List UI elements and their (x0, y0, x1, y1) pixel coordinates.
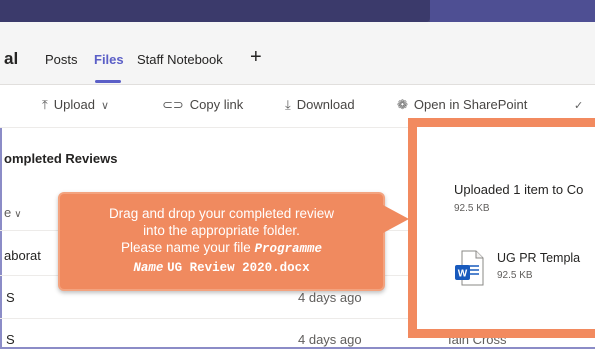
title-bar (0, 0, 595, 22)
callout-pointer (383, 205, 409, 233)
upload-button[interactable]: ⤒ Upload ∨ (42, 97, 109, 113)
link-icon: ⊂⊃ (162, 97, 184, 112)
file-row-1-name[interactable]: aborat (4, 248, 41, 263)
upload-status-panel (408, 118, 595, 338)
upload-status-title: Uploaded 1 item to Co (454, 182, 584, 197)
row-divider (0, 318, 410, 319)
channel-name: al (4, 49, 19, 68)
open-in-sharepoint-label: Open in SharePoint (413, 97, 528, 112)
channel-header (0, 22, 595, 85)
callout-line-1: Drag and drop your completed review (108, 206, 335, 221)
callout-line-2: into the appropriate folder. (143, 223, 300, 238)
chevron-down-icon: ∨ (14, 209, 22, 220)
chevron-down-icon: ∨ (100, 100, 110, 112)
callout-line-3: Please name your file Programme (120, 240, 323, 256)
upload-label: Upload (53, 97, 95, 112)
word-document-icon: W (455, 250, 484, 286)
copy-link-button[interactable]: ⊂⊃ Copy link (162, 97, 243, 113)
tab-staff-notebook[interactable]: Staff Notebook (137, 52, 223, 67)
add-tab-button[interactable]: + (250, 46, 262, 69)
more-options-button[interactable]: ✓ (568, 97, 583, 112)
column-header-name[interactable]: e ∨ (4, 205, 22, 220)
callout-line-4: Name UG Review 2020.docx (133, 261, 310, 275)
svg-text:W: W (458, 269, 468, 280)
uploaded-file-size: 92.5 KB (497, 270, 533, 281)
title-bar-left (0, 0, 430, 22)
file-row-3-name[interactable]: S (6, 332, 15, 347)
file-row-2-modified: 4 days ago (298, 290, 362, 305)
active-tab-indicator (95, 80, 121, 83)
folder-title: ompleted Reviews (4, 151, 118, 166)
file-row-2-name[interactable]: S (6, 290, 15, 305)
download-arrow-icon: ⤓ (285, 97, 291, 112)
file-row-3-modified: 4 days ago (298, 332, 362, 347)
sharepoint-icon: ❁ (397, 97, 408, 112)
download-button[interactable]: ⤓ Download (285, 97, 355, 113)
upload-arrow-icon: ⤒ (42, 97, 48, 112)
open-in-sharepoint-button[interactable]: ❁ Open in SharePoint (397, 97, 527, 113)
checkmark-icon: ✓ (574, 100, 584, 112)
tab-files[interactable]: Files (94, 52, 124, 67)
callout-text: Drag and drop your completed review into… (60, 205, 383, 277)
uploaded-file-name[interactable]: UG PR Templa (497, 251, 580, 265)
tab-posts[interactable]: Posts (45, 52, 78, 67)
upload-status-size: 92.5 KB (454, 203, 490, 214)
download-label: Download (296, 97, 355, 112)
copy-link-label: Copy link (189, 97, 244, 112)
title-bar-right (430, 0, 595, 22)
